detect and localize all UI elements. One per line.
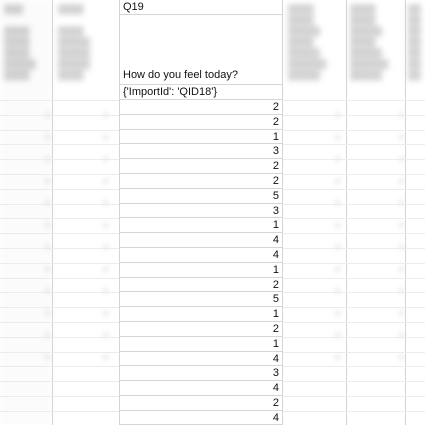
response-value-cell[interactable]: 2 [120, 115, 282, 130]
response-value-cell[interactable]: 2 [120, 396, 282, 411]
response-value-cell[interactable]: 2 [120, 322, 282, 337]
row-line [283, 130, 425, 131]
row-line [0, 233, 119, 234]
row-line [283, 100, 425, 101]
blurred-cell-text: ▒▒▒▒▒ ▒▒▒▒ ▒▒▒▒▒ ▒▒▒▒▒▒ ▒▒▒▒▒ [350, 26, 389, 80]
response-value-cell[interactable]: 4 [120, 233, 282, 248]
row-line [283, 322, 425, 323]
column-divider [346, 0, 347, 425]
row-line [283, 174, 425, 175]
blurred-header-text: ▒▒▒▒ [58, 4, 84, 14]
response-value-cell[interactable]: 1 [120, 218, 282, 234]
blurred-header-text: ▒▒▒▒ ▒▒▒▒ [288, 4, 314, 25]
import-id-cell[interactable]: {'ImportId': 'QID18'} [120, 85, 282, 100]
row-line [283, 352, 425, 353]
row-line [283, 144, 425, 145]
blurred-cell-text: ▒▒▒▒ ▒▒▒▒▒ ▒▒▒▒▒ ▒▒▒▒▒ ▒▒▒▒ [58, 26, 90, 80]
response-value-cell[interactable]: 3 [120, 204, 282, 219]
row-line [0, 218, 119, 219]
question-text-cell[interactable]: How do you feel today? [120, 15, 282, 85]
response-value-cell[interactable]: 1 [120, 337, 282, 352]
row-line [0, 322, 119, 323]
row-line [283, 307, 425, 308]
row-line [0, 144, 119, 145]
row-line [283, 366, 425, 367]
row-line [0, 278, 119, 279]
row-line [0, 352, 119, 353]
row-line [283, 233, 425, 234]
response-value-cell[interactable]: 4 [120, 381, 282, 396]
row-line [0, 411, 119, 412]
row-line [283, 248, 425, 249]
row-line [283, 159, 425, 160]
blurred-cell-text: ▒▒ ▒▒ ▒▒ ▒▒ ▒▒ [408, 26, 421, 80]
response-value-cell[interactable]: 4 [120, 352, 282, 367]
response-value-cell[interactable]: 3 [120, 366, 282, 382]
row-line [0, 396, 119, 397]
response-value-cell[interactable]: 1 [120, 263, 282, 278]
blurred-header-text: ▒▒▒▒ [408, 4, 421, 25]
response-value-cell[interactable]: 1 [120, 130, 282, 145]
row-line [0, 174, 119, 175]
row-line [283, 381, 425, 382]
blurred-cell-text: ▪▪▪▪▪▪▪▪▪▪▪▪ [336, 110, 340, 362]
row-line [0, 115, 119, 116]
row-line [283, 204, 425, 205]
blurred-header-text: ▒▒▒▒ ▒▒▒▒ [350, 4, 376, 25]
response-value-cell[interactable]: 3 [120, 144, 282, 160]
response-value-cell[interactable]: 2 [120, 278, 282, 293]
row-line [283, 411, 425, 412]
row-line [0, 366, 119, 367]
row-line [283, 263, 425, 264]
response-value-cell[interactable]: 5 [120, 189, 282, 204]
row-line [0, 292, 119, 293]
column-header-cell[interactable]: Q19 [120, 0, 282, 15]
row-line [0, 159, 119, 160]
row-line [283, 396, 425, 397]
row-line [0, 381, 119, 382]
blurred-cell-text: ▒▒▒▒▒ ▒▒▒▒ ▒▒▒▒▒ ▒▒▒▒▒▒ ▒▒▒▒▒ [288, 26, 327, 80]
column-divider [52, 0, 53, 425]
blurred-header-text: ▒▒▒ [4, 4, 24, 14]
row-line [283, 278, 425, 279]
blurred-cell-text: ▪▪▪▪▪▪▪▪▪▪▪▪ [104, 110, 108, 362]
row-line [0, 337, 119, 338]
response-value-cell[interactable]: 5 [120, 292, 282, 308]
response-value-cell[interactable]: 4 [120, 248, 282, 263]
row-line [283, 218, 425, 219]
column-divider [282, 0, 283, 425]
spreadsheet-column-q19: Q19 How do you feel today? {'ImportId': … [120, 0, 282, 425]
row-line [0, 204, 119, 205]
response-value-cell[interactable]: 2 [120, 174, 282, 189]
response-value-cell[interactable]: 1 [120, 307, 282, 322]
row-line [0, 263, 119, 264]
column-divider [405, 0, 406, 425]
row-line [0, 189, 119, 190]
response-value-cell[interactable]: 2 [120, 100, 282, 115]
row-line [283, 337, 425, 338]
row-line [283, 292, 425, 293]
row-line [283, 115, 425, 116]
row-line [0, 307, 119, 308]
response-value-cell[interactable]: 4 [120, 411, 282, 425]
row-line [0, 248, 119, 249]
response-value-cell[interactable]: 2 [120, 159, 282, 174]
row-line [0, 130, 119, 131]
row-line [0, 100, 119, 101]
row-line [283, 189, 425, 190]
blurred-cell-text: ▒▒▒▒ ▒▒▒▒ ▒▒▒▒ ▒▒▒▒▒ ▒▒▒▒ [4, 26, 36, 80]
